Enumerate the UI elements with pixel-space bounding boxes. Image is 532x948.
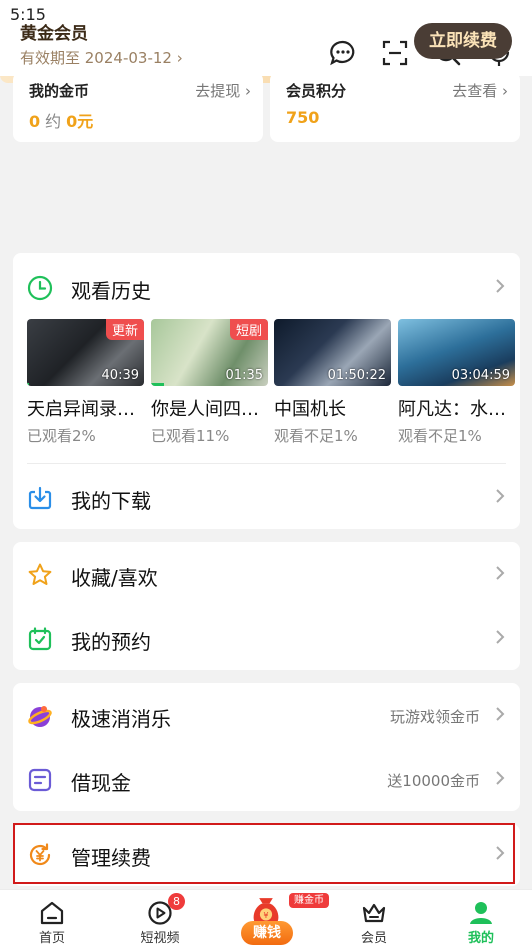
video-duration: 03:04:59	[451, 368, 510, 383]
download-icon	[27, 485, 53, 511]
history-thumbnails: 更新 40:39 天启异闻录… 已观看2% 短剧 01:35 你是人间四… 已观…	[27, 319, 515, 449]
earn-coins-badge: 赚金币	[289, 893, 329, 908]
watch-progress-text: 观看不足1%	[274, 427, 358, 445]
promotions-card: 极速消消乐 玩游戏领金币 借现金 送10000金币	[13, 683, 520, 811]
video-title: 中国机长	[274, 399, 346, 420]
coins-card[interactable]: 我的金币 去提现 › 0 约 0元	[13, 72, 263, 142]
video-thumbnail: 01:50:22	[274, 319, 391, 386]
video-thumbnail: 短剧 01:35	[151, 319, 268, 386]
chevron-right-icon	[494, 487, 506, 505]
short-video-badge: 8	[168, 893, 185, 910]
nav-short-video-label: 短视频	[140, 931, 180, 946]
points-title: 会员积分	[286, 82, 347, 100]
coins-value: 0 约 0元	[29, 112, 94, 131]
points-card[interactable]: 会员积分 去查看 › 750	[270, 72, 520, 142]
points-value: 750	[286, 108, 320, 127]
favorites-card: 收藏/喜欢 我的预约	[13, 542, 520, 670]
chevron-right-icon	[494, 564, 506, 582]
chevron-right-icon	[494, 628, 506, 646]
game-promo-text: 玩游戏领金币	[389, 708, 480, 726]
update-badge: 更新	[105, 319, 144, 340]
video-duration: 40:39	[101, 368, 139, 383]
my-downloads-label: 我的下载	[71, 489, 151, 513]
reservations-row[interactable]: 我的预约	[13, 606, 520, 670]
watch-history-label: 观看历史	[71, 279, 151, 303]
withdraw-link[interactable]: 去提现 ›	[195, 80, 251, 101]
svg-text:¥: ¥	[263, 910, 268, 920]
crown-icon	[362, 903, 386, 923]
video-duration: 01:50:22	[327, 368, 386, 383]
history-item[interactable]: 更新 40:39 天启异闻录… 已观看2%	[27, 319, 144, 446]
watch-progress-bar	[27, 383, 30, 386]
divider	[27, 463, 506, 464]
watch-progress-text: 已观看2%	[27, 427, 96, 445]
cash-promo-text: 送10000金币	[387, 772, 480, 790]
calendar-icon	[27, 626, 53, 652]
video-title: 你是人间四…	[151, 399, 259, 420]
renew-now-button[interactable]: 立即续费	[414, 23, 512, 59]
chevron-right-icon	[494, 769, 506, 787]
video-thumbnail: 更新 40:39	[27, 319, 144, 386]
nav-earn-label[interactable]: 赚钱	[241, 921, 293, 945]
watch-history-row[interactable]: 观看历史	[13, 255, 520, 319]
game-row[interactable]: 极速消消乐 玩游戏领金币	[13, 683, 520, 747]
star-icon	[27, 562, 53, 588]
vip-title: 黄金会员	[20, 24, 88, 44]
chevron-right-icon	[494, 705, 506, 723]
coins-title: 我的金币	[29, 82, 90, 100]
nav-home[interactable]: 首页	[12, 890, 92, 948]
game-label: 极速消消乐	[71, 707, 171, 731]
short-drama-badge: 短剧	[229, 319, 268, 340]
cash-loan-label: 借现金	[71, 771, 131, 795]
my-downloads-row[interactable]: 我的下载	[13, 465, 520, 529]
nav-vip[interactable]: 会员	[334, 890, 414, 948]
document-icon	[27, 767, 53, 793]
bottom-nav: 首页 8 短视频 ¥ 赚金币 赚钱 会员 我的	[0, 889, 532, 948]
history-card: 观看历史 更新 40:39 天启异闻录… 已观看2% 短剧 01:35 你是人间…	[13, 253, 520, 529]
view-points-link[interactable]: 去查看 ›	[452, 80, 508, 101]
nav-vip-label: 会员	[360, 931, 387, 946]
reservations-label: 我的预约	[71, 630, 151, 654]
watch-progress-text: 观看不足1%	[398, 427, 482, 445]
chat-icon[interactable]	[328, 38, 358, 68]
cash-loan-row[interactable]: 借现金 送10000金币	[13, 747, 520, 811]
video-duration: 01:35	[225, 368, 263, 383]
user-icon	[470, 902, 492, 924]
history-item[interactable]: 03:04:59 阿凡达：水… 观看不足1%	[398, 319, 515, 446]
game-icon	[27, 703, 53, 729]
watch-progress-bar	[151, 383, 164, 386]
clock-icon	[27, 275, 53, 301]
history-item[interactable]: 短剧 01:35 你是人间四… 已观看11%	[151, 319, 268, 446]
scan-icon[interactable]	[380, 38, 410, 68]
highlight-box	[13, 823, 515, 884]
video-thumbnail: 03:04:59	[398, 319, 515, 386]
vip-expiry: 有效期至 2024-03-12 ›	[20, 49, 183, 67]
favorites-row[interactable]: 收藏/喜欢	[13, 542, 520, 606]
video-title: 天启异闻录…	[27, 399, 135, 420]
chevron-right-icon	[494, 277, 506, 295]
video-title: 阿凡达：水…	[398, 399, 506, 420]
nav-home-label: 首页	[38, 931, 65, 946]
watch-progress-text: 已观看11%	[151, 427, 230, 445]
nav-short-video[interactable]: 8 短视频	[120, 890, 200, 948]
nav-me[interactable]: 我的	[441, 890, 521, 948]
history-item[interactable]: 01:50:22 中国机长 观看不足1%	[274, 319, 391, 446]
home-icon	[40, 901, 64, 925]
favorites-label: 收藏/喜欢	[71, 566, 158, 590]
nav-me-label: 我的	[467, 931, 494, 946]
